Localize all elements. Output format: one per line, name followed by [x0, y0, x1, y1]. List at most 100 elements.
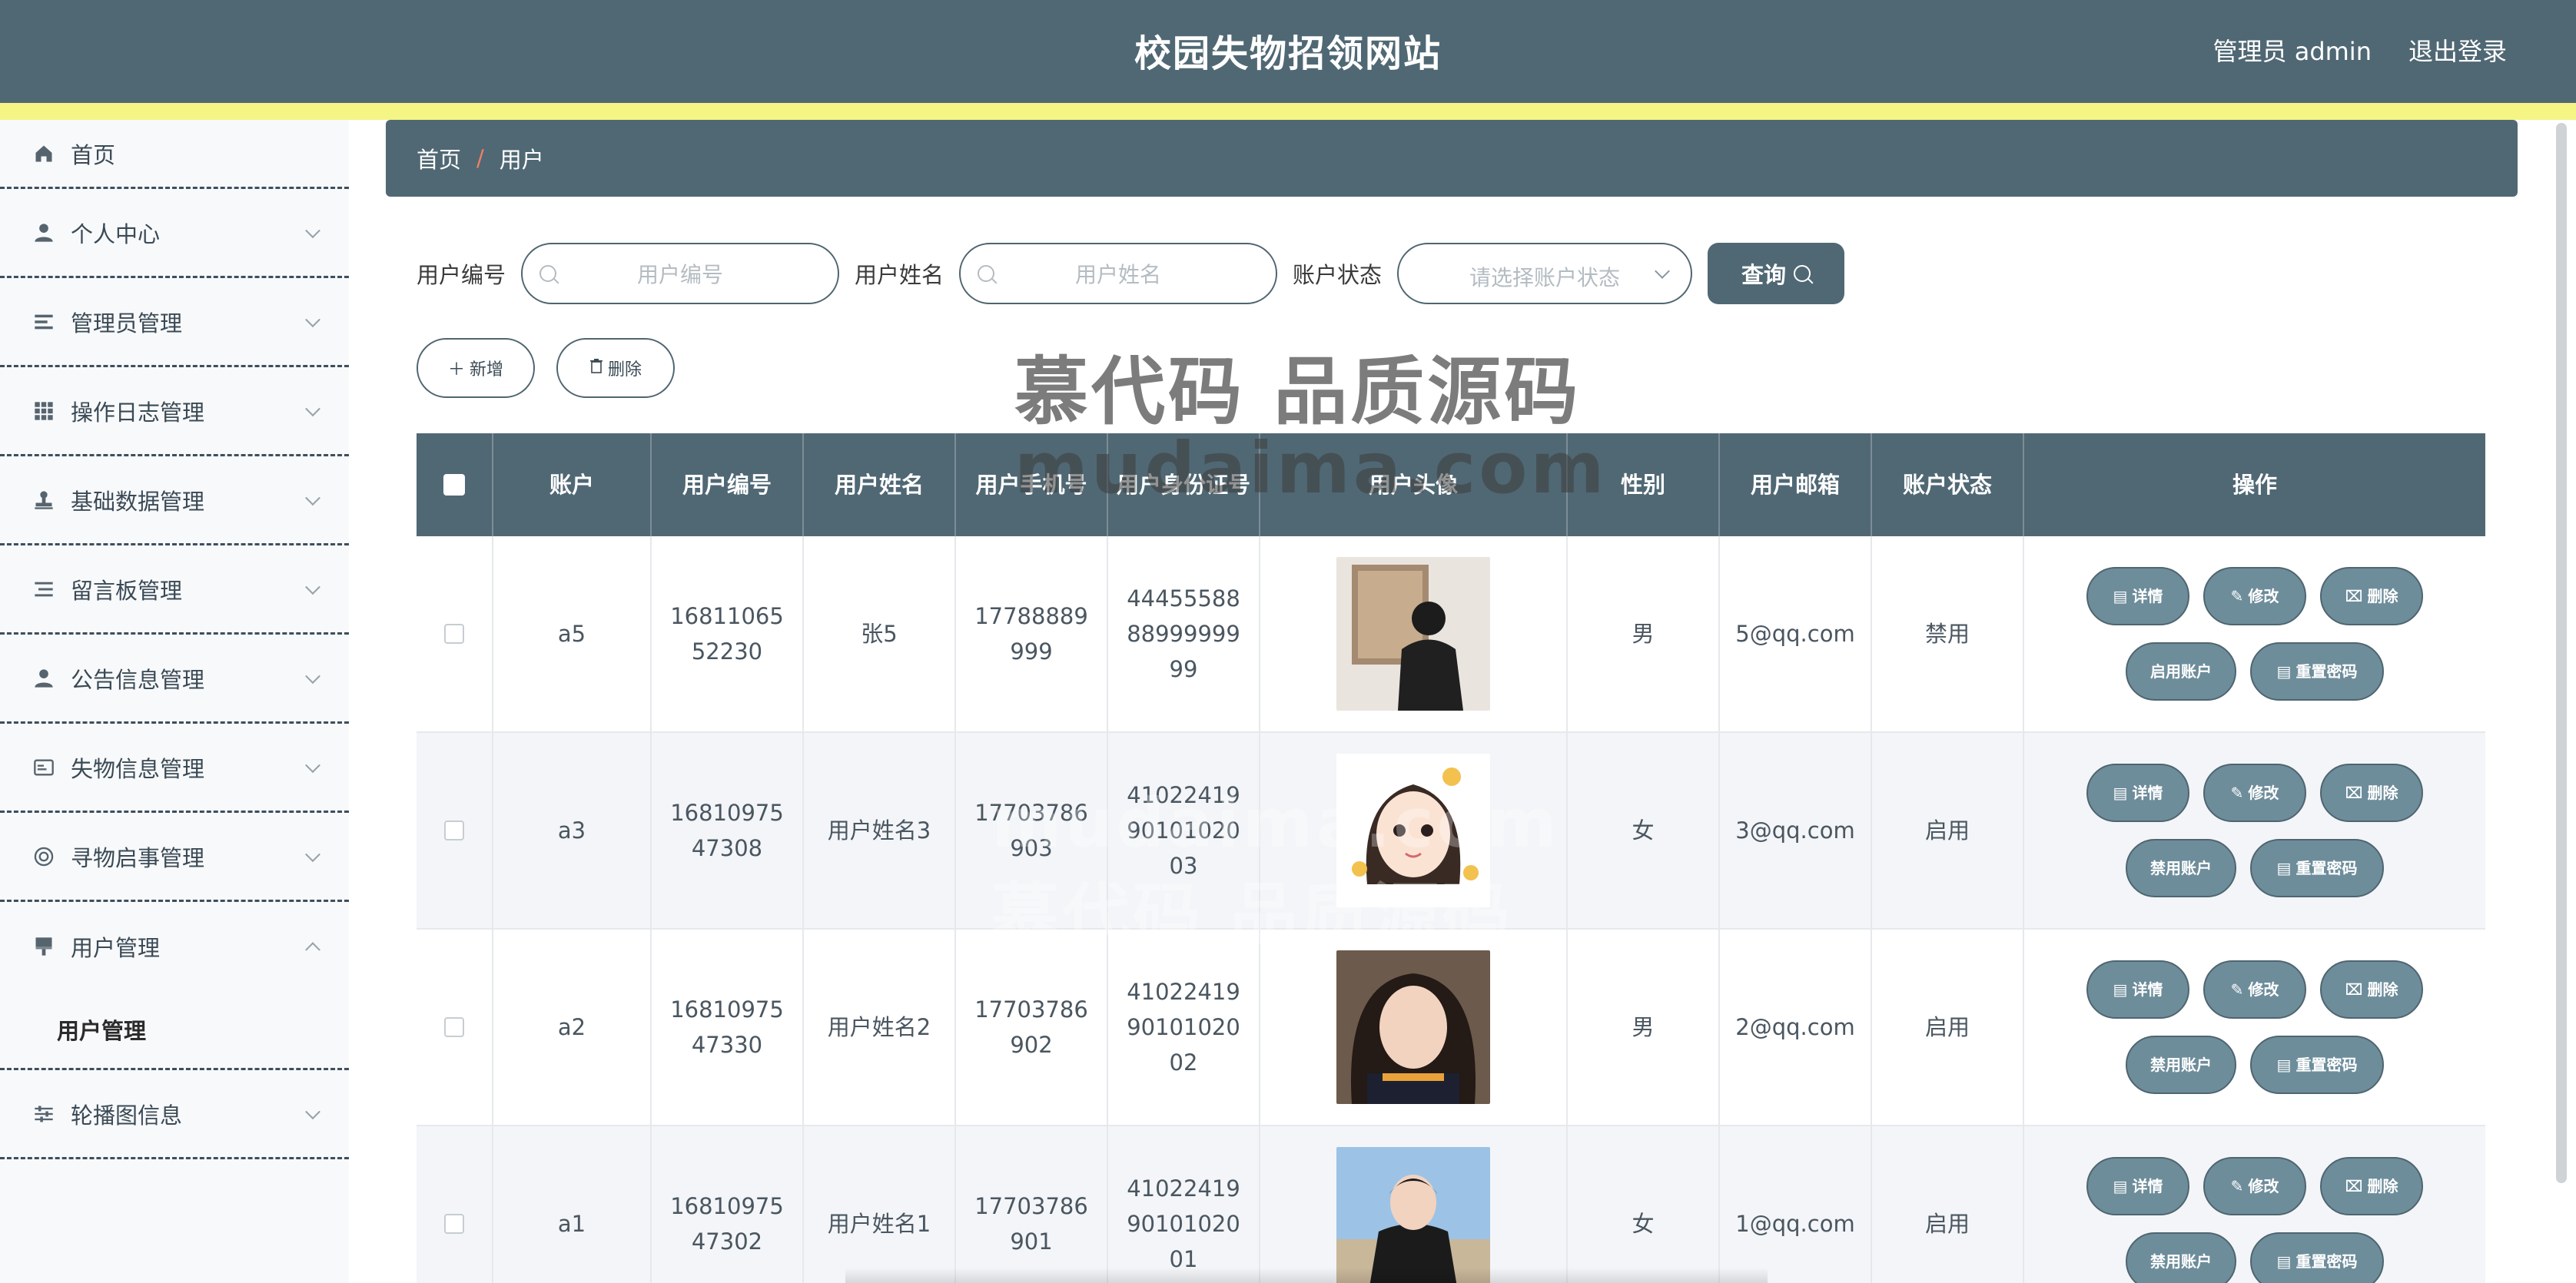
account-status-select[interactable]: 请选择账户状态 [1397, 243, 1693, 304]
select-all-checkbox[interactable] [443, 474, 465, 496]
sidebar-item-operation-log[interactable]: 操作日志管理 [0, 367, 349, 456]
trash-icon: ⌧ [2345, 784, 2363, 802]
row-checkbox[interactable] [444, 1214, 464, 1234]
breadcrumb-home[interactable]: 首页 [417, 142, 461, 174]
delete-button[interactable]: ⌧ 删除 [2320, 1157, 2423, 1215]
chevron-down-icon [305, 311, 320, 327]
cell-id-card: 444555888899999999 [1108, 536, 1260, 731]
list-icon [32, 310, 55, 333]
sidebar-item-lost-items[interactable]: 失物信息管理 [0, 724, 349, 813]
avatar[interactable] [1336, 557, 1490, 711]
query-button[interactable]: 查询 [1708, 243, 1845, 304]
delete-button-label: 删除 [2367, 1177, 2398, 1195]
reset-password-button[interactable]: ▤ 重置密码 [2250, 839, 2384, 897]
chevron-down-icon [305, 222, 320, 238]
row-select-cell [417, 930, 493, 1125]
edit-button[interactable]: ✎ 修改 [2203, 960, 2306, 1019]
watermark-text: mudaima.com [1014, 427, 1608, 509]
breadcrumb: 首页 / 用户 [386, 120, 2518, 197]
cell-user-code: 1681106552230 [652, 536, 804, 731]
top-header: 校园失物招领网站 管理员 admin 退出登录 [0, 0, 2576, 103]
sidebar-item-personal-center[interactable]: 个人中心 [0, 189, 349, 278]
toggle-account-button[interactable]: 禁用账户 [2126, 839, 2236, 897]
sidebar-item-home[interactable]: 首页 [0, 120, 349, 189]
document-icon: ▤ [2113, 1177, 2128, 1195]
table-row: a2 1681097547330 用户姓名2 17703786902 41022… [417, 930, 2485, 1126]
breadcrumb-separator: / [476, 145, 484, 171]
delete-button[interactable]: ⌧ 删除 [2320, 567, 2423, 625]
column-header: 操作 [2232, 472, 2277, 498]
chevron-down-icon [305, 1103, 320, 1119]
edit-button-label: 修改 [2248, 980, 2279, 999]
toggle-account-button[interactable]: 禁用账户 [2126, 1036, 2236, 1094]
cell-avatar [1260, 930, 1568, 1125]
watermark-text: mudaima.com [991, 784, 1560, 863]
delete-button[interactable]: ⌧ 删除 [2320, 960, 2423, 1019]
pencil-icon: ✎ [2230, 587, 2244, 605]
cell-status: 禁用 [1872, 536, 2024, 731]
user-name-input[interactable]: 用户姓名 [959, 243, 1278, 304]
edit-button[interactable]: ✎ 修改 [2203, 567, 2306, 625]
trash-icon: ⌧ [2345, 980, 2363, 999]
reset-password-button[interactable]: ▤ 重置密码 [2250, 642, 2384, 701]
cell-phone: 17788889999 [956, 536, 1108, 731]
reset-password-button[interactable]: ▤ 重置密码 [2250, 1232, 2384, 1283]
sidebar-item-label: 个人中心 [71, 220, 161, 247]
brush-icon [32, 935, 55, 958]
sidebar-item-label: 基础数据管理 [71, 488, 205, 515]
delete-button[interactable]: ⌧ 删除 [2320, 764, 2423, 822]
cell-operations: ▤ 详情 ✎ 修改 ⌧ 删除 启用账户 ▤ 重置密码 [2024, 536, 2485, 731]
chevron-down-icon [305, 846, 320, 862]
detail-button[interactable]: ▤ 详情 [2086, 764, 2189, 822]
cell-account: a5 [493, 536, 652, 731]
toggle-account-button[interactable]: 禁用账户 [2126, 1232, 2236, 1283]
trash-icon: ⌧ [2345, 587, 2363, 605]
sidebar-item-admin-management[interactable]: 管理员管理 [0, 278, 349, 367]
column-header: 用户编号 [652, 433, 804, 536]
row-checkbox[interactable] [444, 1017, 464, 1037]
avatar[interactable] [1336, 1147, 1490, 1283]
add-button[interactable]: ＋ 新增 [417, 338, 535, 398]
detail-button[interactable]: ▤ 详情 [2086, 567, 2189, 625]
admin-label: 管理员 admin [2213, 37, 2372, 66]
cell-user-name: 用户姓名1 [804, 1126, 956, 1283]
sidebar-item-message-board[interactable]: 留言板管理 [0, 545, 349, 635]
row-select-cell [417, 536, 493, 731]
sidebar-item-user-management[interactable]: 用户管理 [0, 902, 349, 991]
cell-id-card: 410224199010102002 [1108, 930, 1260, 1125]
reset-password-button[interactable]: ▤ 重置密码 [2250, 1036, 2384, 1094]
cell-gender: 男 [1568, 536, 1720, 731]
document-icon: ▤ [2113, 784, 2128, 802]
edit-button-label: 修改 [2248, 587, 2279, 605]
logout-link[interactable]: 退出登录 [2408, 32, 2507, 68]
page-scrollbar[interactable] [2556, 123, 2567, 1183]
chevron-up-icon [305, 942, 320, 958]
search-form: 用户编号 用户编号 用户姓名 用户姓名 账户状态 请选择账户状态 查询 [417, 243, 1845, 304]
row-checkbox[interactable] [444, 624, 464, 644]
edit-button[interactable]: ✎ 修改 [2203, 1157, 2306, 1215]
chevron-down-icon [305, 489, 320, 506]
grid-icon [32, 399, 55, 423]
row-checkbox[interactable] [444, 821, 464, 840]
submenu-item-user-management[interactable]: 用户管理 [0, 991, 349, 1068]
detail-button[interactable]: ▤ 详情 [2086, 960, 2189, 1019]
avatar[interactable] [1336, 950, 1490, 1104]
cell-user-name: 张5 [804, 536, 956, 731]
sidebar-item-basic-data[interactable]: 基础数据管理 [0, 456, 349, 545]
document-icon: ▤ [2276, 1252, 2292, 1271]
toggle-account-button[interactable]: 启用账户 [2126, 642, 2236, 701]
sidebar-item-carousel[interactable]: 轮播图信息 [0, 1070, 349, 1159]
batch-delete-button[interactable]: 删除 [556, 338, 675, 398]
sidebar-item-label: 寻物启事管理 [71, 844, 205, 871]
detail-button[interactable]: ▤ 详情 [2086, 1157, 2189, 1215]
chevron-down-icon [305, 668, 320, 684]
user-icon [32, 667, 55, 690]
user-code-input[interactable]: 用户编号 [521, 243, 840, 304]
edit-button[interactable]: ✎ 修改 [2203, 764, 2306, 822]
cell-id-card: 410224199010102001 [1108, 1126, 1260, 1283]
sidebar-item-found-notice[interactable]: 寻物启事管理 [0, 813, 349, 902]
sidebar-item-announcement[interactable]: 公告信息管理 [0, 635, 349, 724]
plus-icon: ＋ [447, 360, 465, 380]
cell-user-code: 1681097547330 [652, 930, 804, 1125]
user-code-placeholder: 用户编号 [637, 262, 724, 287]
